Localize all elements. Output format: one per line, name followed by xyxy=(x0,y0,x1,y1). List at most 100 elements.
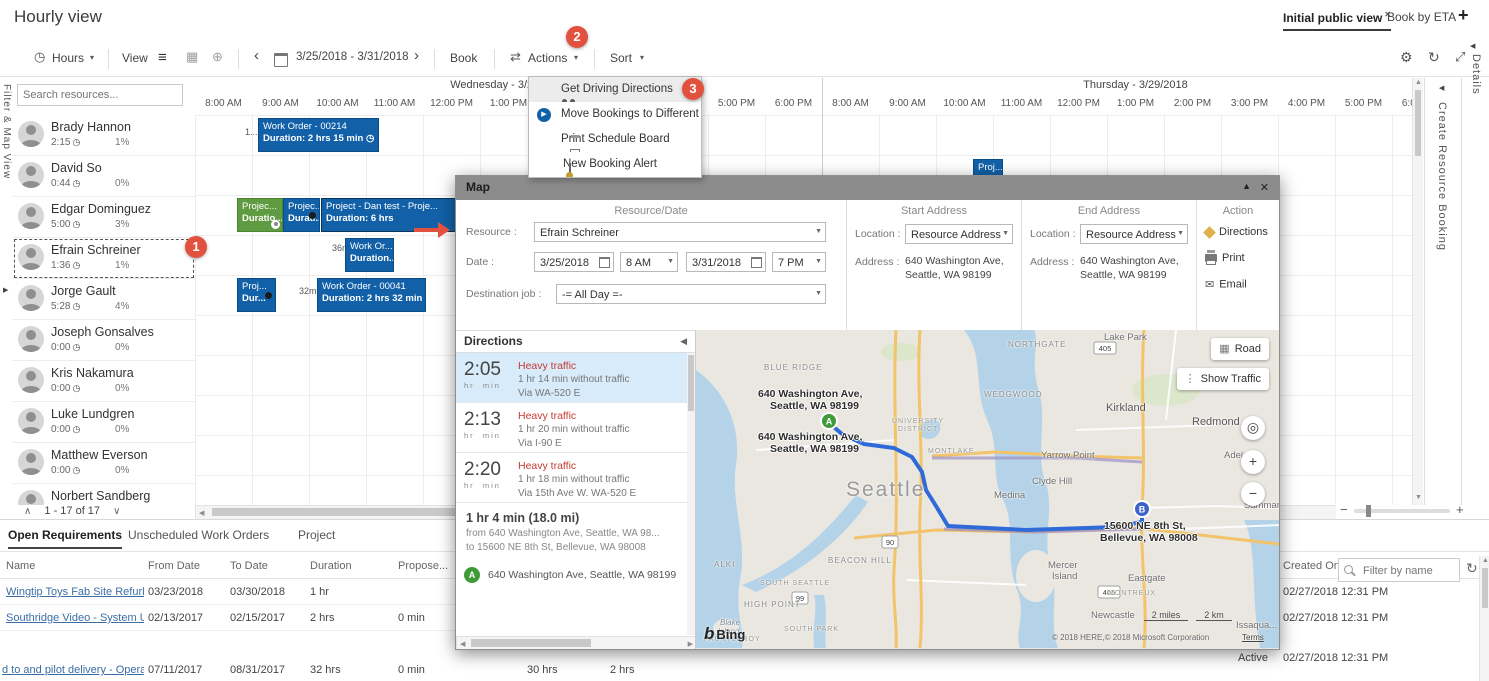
slider-handle[interactable] xyxy=(1366,505,1371,517)
col-header-proposed[interactable]: Propose... xyxy=(398,560,448,572)
scroll-thumb[interactable] xyxy=(688,355,694,411)
scroll-right-icon[interactable]: ▶ xyxy=(688,640,693,648)
actions-dropdown[interactable]: Actions xyxy=(528,51,567,65)
scroll-down-icon[interactable]: ▼ xyxy=(1415,494,1422,501)
start-address-value[interactable]: 640 Washington Ave, Seattle, WA 98199 xyxy=(905,254,1013,282)
locate-me-button[interactable]: ◎ xyxy=(1241,416,1265,440)
print-button[interactable]: Print xyxy=(1205,252,1245,264)
requirement-link[interactable]: Wingtip Toys Fab Site Refurbishm... xyxy=(6,586,144,598)
scroll-thumb[interactable] xyxy=(1482,568,1488,608)
resource-row[interactable]: Edgar Dominguez 5:00◷3% xyxy=(13,197,195,238)
booking-work-order-00041[interactable]: Work Order - 00041 Duration: 2 hrs 32 mi… xyxy=(317,278,426,312)
col-header-to-date[interactable]: To Date xyxy=(230,560,268,572)
col-header-duration[interactable]: Duration xyxy=(310,560,352,572)
zoom-out-button[interactable]: − xyxy=(1241,482,1265,506)
booking-work-order[interactable]: Work Or... Duration...◷ xyxy=(345,238,394,272)
add-tab-button[interactable]: + xyxy=(1458,5,1469,26)
route-step[interactable]: A 640 Washington Ave, Seattle, WA 98199 xyxy=(456,561,695,589)
route-option[interactable]: 2:20hr min Heavy traffic 1 hr 18 min wit… xyxy=(456,453,695,503)
col-header-name[interactable]: Name xyxy=(6,560,35,572)
scroll-thumb[interactable] xyxy=(471,639,591,647)
fullscreen-icon[interactable]: ⤢ xyxy=(1455,49,1465,65)
list-view-icon[interactable]: ≡ xyxy=(158,49,167,66)
date-from-input[interactable]: 3/25/2018 xyxy=(534,252,614,272)
road-view-button[interactable]: ▦Road xyxy=(1211,338,1269,360)
actions-menu-item[interactable]: Get Driving Directions xyxy=(529,77,701,102)
resource-row[interactable]: Joseph Gonsalves 0:00◷0% xyxy=(13,320,195,361)
map-view-icon[interactable]: ⊕ xyxy=(212,49,223,65)
bottom-vertical-scrollbar[interactable]: ▲ xyxy=(1479,556,1489,681)
booking-project-small[interactable]: Proj... xyxy=(973,159,1003,176)
resource-row[interactable]: Jorge Gault 5:28◷4% xyxy=(13,279,195,320)
tab-unscheduled-work-orders[interactable]: Unscheduled Work Orders xyxy=(128,528,269,542)
booking-work-order-00214[interactable]: Work Order - 00214 Duration: 2 hrs 15 mi… xyxy=(258,118,379,152)
scroll-up-icon[interactable]: ▲ xyxy=(1415,79,1422,86)
date-range[interactable]: 3/25/2018 - 3/31/2018 xyxy=(296,51,409,63)
resource-row[interactable]: Norbert Sandberg ◷ xyxy=(13,484,195,505)
collapse-directions-icon[interactable]: ◀ xyxy=(680,336,687,347)
zoom-slider[interactable]: − + xyxy=(1340,502,1470,518)
gear-icon[interactable]: ⚙ xyxy=(1400,49,1413,66)
filter-panel-strip[interactable]: Filter & Map View ▶ xyxy=(0,78,14,505)
tab-open-requirements[interactable]: Open Requirements xyxy=(8,528,122,549)
prev-range-icon[interactable]: ‹ xyxy=(254,47,259,64)
end-address-value[interactable]: 640 Washington Ave, Seattle, WA 98199 xyxy=(1080,254,1188,282)
actions-menu-item[interactable]: New Booking Alert xyxy=(529,152,701,177)
expand-create-icon[interactable]: ◀ xyxy=(1439,84,1444,92)
resource-select[interactable]: Efrain Schreiner▼ xyxy=(534,222,826,242)
grid-vertical-scrollbar[interactable]: ▲ ▼ xyxy=(1412,78,1423,505)
directions-scrollbar[interactable] xyxy=(687,353,695,635)
resource-row[interactable]: David So 0:44◷0% xyxy=(13,156,195,197)
time-to-select[interactable]: 7 PM▼ xyxy=(772,252,826,272)
show-traffic-button[interactable]: ⋮Show Traffic xyxy=(1177,368,1269,390)
map-canvas[interactable]: 405 90 99 405 A B Lake ParkNORTHGATEBLUE… xyxy=(696,330,1279,649)
grid-view-icon[interactable]: ▦ xyxy=(186,49,198,65)
start-location-select[interactable]: Resource Address▼ xyxy=(905,224,1013,244)
resource-row[interactable]: Brady Hannon 2:15◷1% xyxy=(13,115,195,156)
expand-filter-icon[interactable]: ▶ xyxy=(3,286,8,294)
expand-details-icon[interactable]: ◀ xyxy=(1470,42,1475,50)
close-dialog-icon[interactable]: ✕ xyxy=(1260,181,1269,194)
details-strip[interactable]: ◀ Details xyxy=(1466,40,1489,160)
hours-dropdown[interactable]: Hours xyxy=(52,51,84,65)
route-option[interactable]: 2:05hr min Heavy traffic 1 hr 14 min wit… xyxy=(456,353,695,403)
chevron-down-icon[interactable]: ▾ xyxy=(640,53,644,62)
book-button[interactable]: Book xyxy=(450,51,477,65)
end-location-select[interactable]: Resource Address▼ xyxy=(1080,224,1188,244)
tab-project[interactable]: Project xyxy=(298,528,335,542)
zoom-in-icon[interactable]: + xyxy=(1456,502,1464,517)
actions-menu-item[interactable]: ▶ Move Bookings to Different Day xyxy=(529,102,701,127)
requirement-link[interactable]: d to and pilot delivery - Operati... xyxy=(2,664,144,676)
search-resources-input[interactable] xyxy=(17,84,183,106)
sort-dropdown[interactable]: Sort xyxy=(610,51,632,65)
directions-button[interactable]: Directions xyxy=(1205,226,1268,238)
refresh-icon[interactable]: ↻ xyxy=(1466,560,1478,577)
actions-menu-item[interactable]: Print Schedule Board xyxy=(529,127,701,152)
email-button[interactable]: ✉Email xyxy=(1205,278,1247,291)
calendar-icon[interactable] xyxy=(274,53,288,67)
chevron-down-icon[interactable]: ▾ xyxy=(90,53,94,62)
collapse-dialog-icon[interactable]: ▲ xyxy=(1242,181,1251,191)
zoom-out-icon[interactable]: − xyxy=(1340,502,1348,517)
scroll-thumb[interactable] xyxy=(1415,90,1421,156)
chevron-down-icon[interactable]: ▾ xyxy=(574,53,578,62)
booking-project-green[interactable]: Projec... Duratio... xyxy=(237,198,283,232)
scroll-left-icon[interactable]: ◀ xyxy=(460,640,465,648)
create-resource-booking-strip[interactable]: ◀ Create Resource Booking xyxy=(1424,78,1462,505)
resource-row[interactable]: Luke Lundgren 0:00◷0% xyxy=(13,402,195,443)
booking-project-2[interactable]: Proj... Dur... xyxy=(237,278,276,312)
booking-project-blue[interactable]: Projec... Durati... xyxy=(283,198,320,232)
resource-row[interactable]: Efrain Schreiner 1:36◷1% xyxy=(13,238,195,279)
destination-job-select[interactable]: -= All Day =-▼ xyxy=(556,284,826,304)
filter-by-name-input[interactable] xyxy=(1361,561,1459,581)
directions-hscrollbar[interactable]: ◀ ▶ xyxy=(456,636,696,649)
date-to-input[interactable]: 3/31/2018 xyxy=(686,252,766,272)
scroll-up-icon[interactable]: ▲ xyxy=(1482,557,1489,564)
refresh-icon[interactable]: ↻ xyxy=(1428,49,1440,66)
col-header-created-on[interactable]: Created On xyxy=(1283,560,1340,572)
route-option[interactable]: 2:13hr min Heavy traffic 1 hr 20 min wit… xyxy=(456,403,695,453)
col-header-from-date[interactable]: From Date xyxy=(148,560,200,572)
requirement-link[interactable]: Southridge Video - System Upgrade xyxy=(6,612,144,624)
page-up-icon[interactable]: ∧ xyxy=(24,506,31,517)
terms-link[interactable]: Terms xyxy=(1242,633,1264,642)
